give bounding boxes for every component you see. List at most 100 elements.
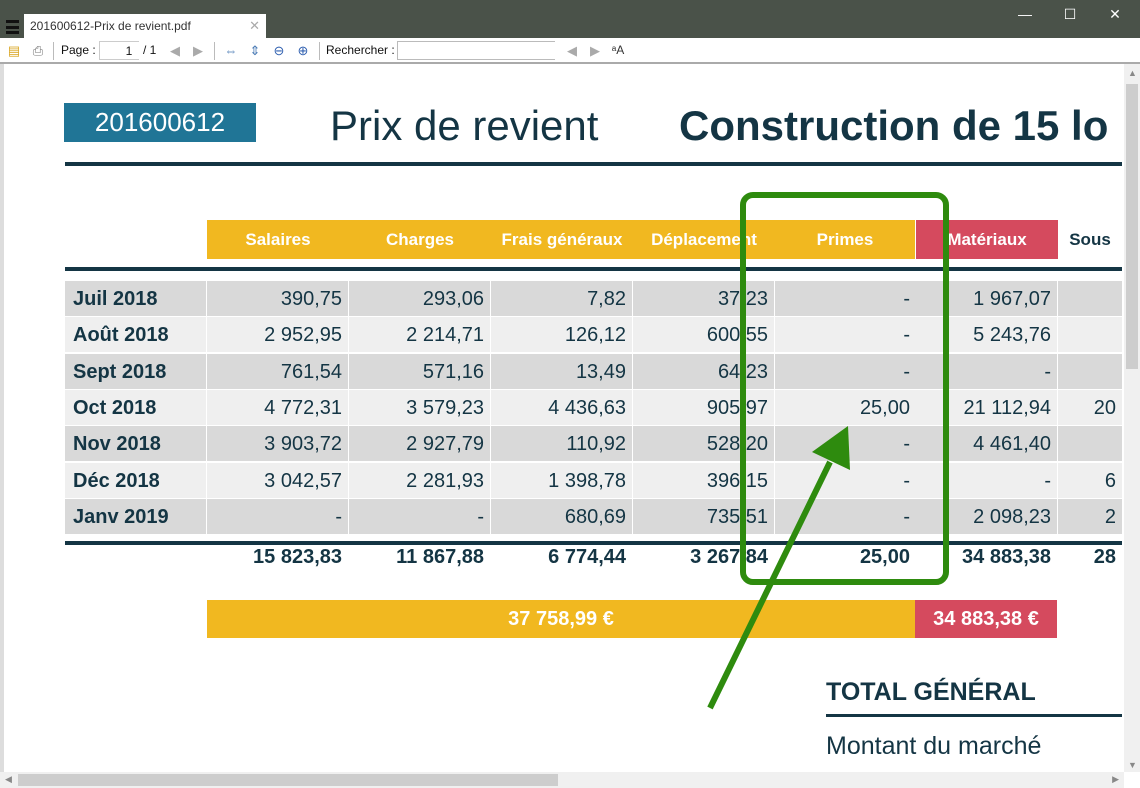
table-cell: 5 243,76 [916,317,1057,353]
table-cell: 126,12 [491,317,632,353]
table-cell: - [775,353,916,389]
zoom-out-icon[interactable]: ⊖ [272,43,286,58]
row-month: Nov 2018 [65,426,206,462]
previous-page-icon[interactable]: ◀ [168,43,182,58]
row-month: Oct 2018 [65,389,206,425]
search-next-icon[interactable]: ▶ [588,43,602,58]
table-cell: - [916,462,1057,498]
table-cell: 21 112,94 [916,389,1057,425]
hamburger-menu-icon[interactable] [6,20,19,34]
table-cell: 528,20 [633,426,774,462]
row-month: Sept 2018 [65,353,206,389]
row-month: Janv 2019 [65,498,206,534]
table-cell [1058,281,1122,316]
table-cell: - [775,281,916,316]
materials-total: 34 883,38 € [915,600,1057,638]
table-cell: 390,75 [207,281,348,316]
table-cell: 3 579,23 [349,389,490,425]
table-cell: 13,49 [491,353,632,389]
page-value: 1 [125,44,133,58]
table-cell: 64,23 [633,353,774,389]
table-cell: 7,82 [491,281,632,316]
open-file-icon[interactable]: ▤ [7,43,21,58]
project-title: Construction de 15 lo [679,102,1109,149]
table-cell: 4 461,40 [916,426,1057,462]
table-cell: 1 967,07 [916,281,1057,316]
table-cell: 25,00 [775,389,916,425]
tab-title: 201600612-Prix de revient.pdf [30,19,191,33]
close-button[interactable]: ✕ [1100,6,1130,23]
table-cell: 1 398,78 [491,462,632,498]
search-previous-icon[interactable]: ◀ [565,43,579,58]
table-cell: 4 772,31 [207,389,348,425]
column-total: 3 267,84 [690,546,768,568]
table-cell: - [775,426,916,462]
table-cell: 905,97 [633,389,774,425]
column-header: Salaires [207,220,349,259]
table-cell: 571,16 [349,353,490,389]
title-divider [65,162,1122,166]
column-header: Matériaux [916,220,1058,259]
row-month: Août 2018 [65,317,206,353]
column-total: 15 823,83 [253,546,342,568]
table-cell: - [775,317,916,353]
header-divider [65,267,1122,271]
table-cell: 293,06 [349,281,490,316]
page-total: / 1 [143,43,157,57]
column-header: Charges [349,220,491,259]
next-page-icon[interactable]: ▶ [191,43,205,58]
zoom-in-icon[interactable]: ⊕ [296,43,310,58]
column-total: 25,00 [859,546,910,568]
match-case-icon[interactable]: ᵃA [611,43,625,58]
fit-page-icon[interactable]: ⇕ [248,43,262,58]
table-cell: - [916,353,1057,389]
labour-total: 37 758,99 € [207,600,915,638]
totals-divider [65,541,1122,545]
column-total: 28 [1093,546,1116,568]
table-cell: 3 903,72 [207,426,348,462]
reference-badge: 201600612 [64,103,256,142]
column-total: 6 774,44 [548,546,626,568]
table-cell: 2 214,71 [349,317,490,353]
table-cell: 6 [1058,462,1122,498]
table-cell: 735,51 [633,498,774,534]
table-cell [1058,426,1122,462]
document-title: Prix de revient [330,102,599,149]
toolbar: ▤ ⎙ Page : 1 / 1 ◀ ▶ ⇔ ⇕ ⊖ ⊕ Rechercher … [0,38,1140,64]
column-header: Primes [775,220,915,259]
total-general-heading: TOTAL GÉNÉRAL [826,678,1036,706]
column-header: Frais généraux [491,220,633,259]
table-cell: 37,23 [633,281,774,316]
table-cell: - [207,498,348,534]
table-cell: 2 098,23 [916,498,1057,534]
row-month: Juil 2018 [65,281,206,316]
vertical-scroll-thumb[interactable] [1126,84,1138,369]
minimize-button[interactable]: — [1010,6,1040,22]
total-general-divider [826,714,1122,717]
table-cell: 4 436,63 [491,389,632,425]
table-cell: 20 [1058,389,1122,425]
print-icon[interactable]: ⎙ [31,43,45,58]
table-cell [1058,317,1122,353]
table-cell: 2 [1058,498,1122,534]
table-cell: 2 952,95 [207,317,348,353]
horizontal-scroll-thumb[interactable] [18,774,558,786]
fit-width-icon[interactable]: ⇔ [224,43,238,58]
column-header: Sous [1058,220,1122,259]
column-total: 11 867,88 [396,546,484,568]
table-cell: - [349,498,490,534]
table-cell: 600,55 [633,317,774,353]
search-input[interactable] [397,41,555,60]
table-cell: 110,92 [491,426,632,462]
table-cell: 3 042,57 [207,462,348,498]
table-cell: 680,69 [491,498,632,534]
table-cell: 2 281,93 [349,462,490,498]
page-input[interactable]: 1 [99,41,139,60]
tab-close-icon[interactable]: ✕ [249,18,260,34]
montant-label: Montant du marché [826,732,1042,760]
table-cell [1058,353,1122,389]
maximize-button[interactable]: ☐ [1055,6,1085,23]
document-tab[interactable]: 201600612-Prix de revient.pdf ✕ [24,14,266,38]
table-cell: - [775,498,916,534]
table-cell: 396,15 [633,462,774,498]
